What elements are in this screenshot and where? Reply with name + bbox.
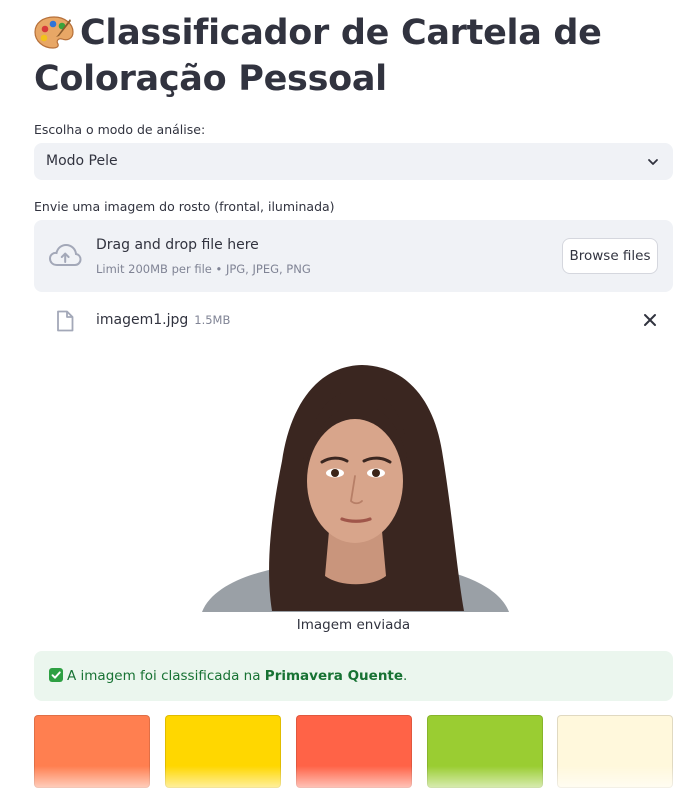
- chevron-down-icon[interactable]: [647, 156, 659, 168]
- file-name-text: imagem1.jpg: [96, 312, 189, 328]
- check-icon: [49, 668, 63, 682]
- browse-files-button[interactable]: Browse files: [562, 238, 658, 274]
- page-title-text: Classificador de Cartela de Coloração Pe…: [34, 13, 602, 99]
- mode-select-value: Modo Pele: [46, 153, 118, 169]
- bottom-fade: [0, 766, 677, 796]
- mode-select-label: Escolha o modo de análise:: [34, 122, 206, 137]
- uploader-label: Envie uma imagem do rosto (frontal, ilum…: [34, 199, 335, 214]
- portrait-illustration: [202, 365, 509, 612]
- result-suffix: .: [403, 668, 408, 684]
- file-icon: [57, 310, 74, 332]
- image-caption: Imagem enviada: [296, 617, 411, 633]
- mode-select[interactable]: Modo Pele: [34, 143, 673, 180]
- uploaded-image: [202, 361, 509, 612]
- palette-icon: [34, 16, 74, 49]
- close-icon[interactable]: [643, 313, 657, 327]
- result-prefix: A imagem foi classificada na: [67, 668, 265, 684]
- classification-alert: A imagem foi classificada na Primavera Q…: [34, 651, 673, 701]
- uploaded-file-name: imagem1.jpg 1.5MB: [96, 312, 230, 328]
- dropzone-limit: Limit 200MB per file • JPG, JPEG, PNG: [96, 262, 311, 276]
- file-dropzone[interactable]: Drag and drop file here Limit 200MB per …: [34, 220, 673, 292]
- cloud-upload-icon: [48, 243, 82, 266]
- result-class-name: Primavera Quente: [264, 668, 404, 684]
- file-size: 1.5MB: [194, 313, 231, 327]
- uploaded-file-row: imagem1.jpg 1.5MB: [34, 304, 673, 338]
- dropzone-title: Drag and drop file here: [96, 237, 259, 253]
- page-title: Classificador de Cartela de Coloração Pe…: [34, 10, 654, 102]
